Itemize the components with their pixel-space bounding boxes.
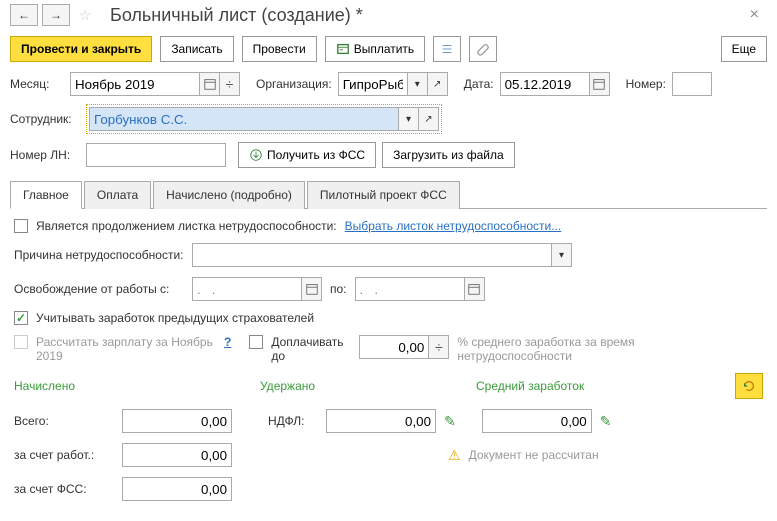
total-input[interactable] <box>122 409 232 433</box>
to-label: по: <box>330 282 347 296</box>
continuation-label: Является продолжением листка нетрудоспос… <box>36 219 337 233</box>
reason-input[interactable] <box>192 243 552 267</box>
close-icon[interactable]: × <box>742 6 767 24</box>
download-icon <box>249 148 263 162</box>
save-button[interactable]: Записать <box>160 36 233 62</box>
recalc-salary-label: Рассчитать зарплату за Ноябрь 2019 <box>36 335 216 363</box>
employer-input[interactable] <box>122 443 232 467</box>
col-avg: Средний заработок <box>476 379 606 393</box>
ln-input[interactable] <box>86 143 226 167</box>
number-label: Номер: <box>626 77 666 91</box>
page-title: Больничный лист (создание) * <box>110 5 738 26</box>
release-label: Освобождение от работы с: <box>14 282 184 296</box>
ndfl-label: НДФЛ: <box>268 414 318 428</box>
avg-input[interactable] <box>482 409 592 433</box>
more-button[interactable]: Еще <box>721 36 767 62</box>
month-label: Месяц: <box>10 77 64 91</box>
reason-label: Причина нетрудоспособности: <box>14 248 184 262</box>
employee-open-icon[interactable]: ↗ <box>419 107 439 131</box>
month-calendar-icon[interactable] <box>200 72 220 96</box>
date-label: Дата: <box>464 77 494 91</box>
date-input[interactable] <box>500 72 590 96</box>
prev-insurers-label: Учитывать заработок предыдущих страховат… <box>36 311 314 325</box>
employee-label: Сотрудник: <box>10 112 80 126</box>
release-from-input[interactable] <box>192 277 302 301</box>
submit-button[interactable]: Провести <box>242 36 317 62</box>
avg-note: % среднего заработка за время нетрудоспо… <box>457 335 667 363</box>
month-stepper[interactable]: ÷ <box>220 72 240 96</box>
not-calculated-label: Документ не рассчитан <box>469 448 599 462</box>
nav-back-button[interactable]: ← <box>10 4 38 26</box>
tab-pilot[interactable]: Пилотный проект ФСС <box>307 181 460 209</box>
org-label: Организация: <box>256 77 332 91</box>
favorite-icon[interactable]: ☆ <box>74 4 96 26</box>
continuation-checkbox[interactable] <box>14 219 28 233</box>
col-accrued: Начислено <box>14 379 114 393</box>
tab-main[interactable]: Главное <box>10 181 82 209</box>
release-to-calendar-icon[interactable] <box>465 277 485 301</box>
pay-button[interactable]: Выплатить <box>325 36 426 62</box>
get-fss-button[interactable]: Получить из ФСС <box>238 142 376 168</box>
release-to-input[interactable] <box>355 277 465 301</box>
month-input[interactable] <box>70 72 200 96</box>
ndfl-input[interactable] <box>326 409 436 433</box>
pay-icon <box>336 42 350 56</box>
refresh-icon <box>742 379 756 393</box>
attach-icon-button[interactable] <box>469 36 497 62</box>
employee-dropdown-icon[interactable]: ▾ <box>399 107 419 131</box>
nav-forward-button[interactable]: → <box>42 4 70 26</box>
org-input[interactable] <box>338 72 408 96</box>
select-sheet-link[interactable]: Выбрать листок нетрудоспособности... <box>345 219 562 233</box>
warning-icon: ⚠ <box>448 447 461 464</box>
extra-pay-stepper[interactable]: ÷ <box>429 335 449 359</box>
list-icon-button[interactable] <box>433 36 461 62</box>
tab-payment[interactable]: Оплата <box>84 181 151 209</box>
extra-pay-label: Доплачивать до <box>271 335 351 363</box>
refresh-button[interactable] <box>735 373 763 399</box>
help-icon[interactable]: ? <box>224 335 231 349</box>
total-label: Всего: <box>14 414 114 428</box>
org-dropdown-icon[interactable]: ▾ <box>408 72 428 96</box>
edit-avg-icon[interactable]: ✎ <box>600 413 612 430</box>
org-open-icon[interactable]: ↗ <box>428 72 448 96</box>
extra-pay-input[interactable] <box>359 335 429 359</box>
fss-acc-label: за счет ФСС: <box>14 482 114 496</box>
paperclip-icon <box>476 42 490 56</box>
number-input[interactable] <box>672 72 712 96</box>
ln-label: Номер ЛН: <box>10 148 80 162</box>
submit-close-button[interactable]: Провести и закрыть <box>10 36 152 62</box>
edit-ndfl-icon[interactable]: ✎ <box>444 413 456 430</box>
col-withheld: Удержано <box>260 379 320 393</box>
employee-input[interactable] <box>89 107 399 131</box>
reason-dropdown-icon[interactable]: ▾ <box>552 243 572 267</box>
prev-insurers-checkbox[interactable] <box>14 311 28 325</box>
calendar-icon <box>467 282 481 296</box>
employer-label: за счет работ.: <box>14 448 114 462</box>
extra-pay-checkbox[interactable] <box>249 335 263 349</box>
recalc-salary-checkbox <box>14 335 28 349</box>
calendar-icon <box>592 77 606 91</box>
fss-acc-input[interactable] <box>122 477 232 501</box>
release-from-calendar-icon[interactable] <box>302 277 322 301</box>
calendar-icon <box>305 282 319 296</box>
date-calendar-icon[interactable] <box>590 72 610 96</box>
list-icon <box>440 42 454 56</box>
calendar-icon <box>203 77 217 91</box>
tab-accrued[interactable]: Начислено (подробно) <box>153 181 305 209</box>
load-file-button[interactable]: Загрузить из файла <box>382 142 515 168</box>
